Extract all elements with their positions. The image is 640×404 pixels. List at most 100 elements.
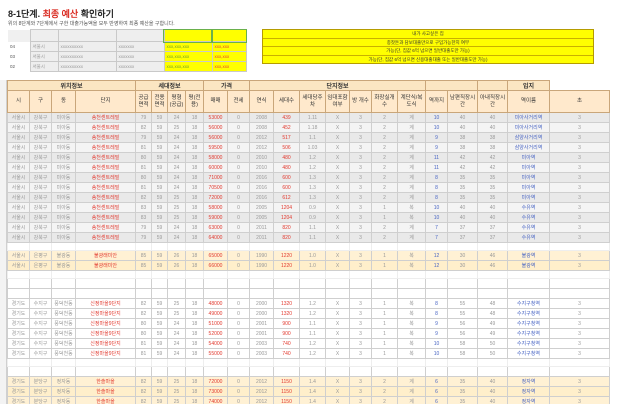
table-cell[interactable]: 40 bbox=[477, 212, 508, 223]
table-cell[interactable]: 3 bbox=[549, 222, 610, 233]
table-cell[interactable]: 한솔마을 bbox=[75, 396, 136, 404]
table-cell[interactable]: 1150 bbox=[273, 396, 300, 404]
table-cell[interactable]: 1150 bbox=[273, 376, 300, 387]
table-cell[interactable]: 59 bbox=[151, 308, 168, 319]
table-cell[interactable]: 452 bbox=[273, 122, 300, 133]
table-cell[interactable]: 미아동 bbox=[51, 132, 76, 143]
table-cell[interactable] bbox=[273, 242, 300, 251]
table-cell[interactable]: 83 bbox=[135, 202, 152, 213]
table-cell[interactable]: 3 bbox=[349, 376, 372, 387]
table-cell[interactable]: 0 bbox=[227, 348, 250, 359]
table-cell[interactable]: 계 bbox=[397, 376, 426, 387]
table-cell[interactable]: 1.1 bbox=[299, 328, 326, 339]
table-cell[interactable]: X bbox=[325, 298, 350, 309]
table-cell[interactable]: 59 bbox=[151, 202, 168, 213]
table-cell[interactable] bbox=[203, 270, 228, 279]
table-cell[interactable]: 2008 bbox=[249, 112, 274, 123]
table-cell[interactable]: 미아동 bbox=[51, 202, 76, 213]
table-cell[interactable]: 59 bbox=[151, 396, 168, 404]
table-cell[interactable]: 18 bbox=[185, 348, 204, 359]
table-cell[interactable]: 42 bbox=[477, 152, 508, 163]
table-cell[interactable] bbox=[51, 288, 76, 299]
table-cell[interactable] bbox=[203, 358, 228, 367]
table-cell[interactable]: 8 bbox=[425, 192, 448, 203]
table-cell[interactable]: 경기도 bbox=[7, 298, 30, 309]
table-cell[interactable] bbox=[151, 270, 168, 279]
table-cell[interactable]: 2 bbox=[371, 222, 398, 233]
table-cell[interactable]: 서울시 bbox=[7, 222, 30, 233]
table-cell[interactable]: 820 bbox=[273, 222, 300, 233]
table-cell[interactable] bbox=[29, 278, 52, 289]
table-cell[interactable]: X bbox=[325, 328, 350, 339]
table-cell[interactable]: 72000 bbox=[203, 192, 228, 203]
table-cell[interactable]: 0 bbox=[227, 152, 250, 163]
table-cell[interactable]: 53000 bbox=[203, 112, 228, 123]
table-cell[interactable]: 서울시 bbox=[7, 260, 30, 271]
table-cell[interactable]: 55 bbox=[447, 308, 478, 319]
table-cell[interactable]: 59 bbox=[151, 348, 168, 359]
table-cell[interactable]: 439 bbox=[273, 112, 300, 123]
table-cell[interactable]: 송천센트레빌 bbox=[75, 122, 136, 133]
table-cell[interactable]: 0 bbox=[227, 212, 250, 223]
table-cell[interactable]: 59 bbox=[151, 142, 168, 153]
table-cell[interactable]: 82 bbox=[135, 308, 152, 319]
table-cell[interactable]: 2 bbox=[371, 376, 398, 387]
summary-cell-c2[interactable]: xxxxxxxxxx bbox=[57, 41, 117, 52]
table-cell[interactable]: 10 bbox=[425, 348, 448, 359]
table-cell[interactable] bbox=[477, 288, 508, 299]
table-cell[interactable] bbox=[135, 358, 152, 367]
table-cell[interactable]: 2 bbox=[371, 386, 398, 397]
table-cell[interactable]: 3 bbox=[349, 122, 372, 133]
table-cell[interactable]: 계 bbox=[397, 396, 426, 404]
table-cell[interactable] bbox=[273, 278, 300, 289]
table-cell[interactable]: 계 bbox=[397, 142, 426, 153]
table-cell[interactable]: 37 bbox=[447, 232, 478, 243]
table-cell[interactable]: 3 bbox=[549, 318, 610, 329]
group-header[interactable]: 가격 bbox=[203, 80, 250, 91]
column-header[interactable]: 역까지 bbox=[425, 90, 448, 113]
table-cell[interactable]: 서울시 bbox=[7, 202, 30, 213]
table-cell[interactable]: 10 bbox=[425, 338, 448, 349]
table-cell[interactable]: 1 bbox=[371, 212, 398, 223]
group-header[interactable]: 입지 bbox=[507, 80, 550, 91]
table-cell[interactable]: 복 bbox=[397, 260, 426, 271]
table-cell[interactable] bbox=[227, 358, 250, 367]
table-cell[interactable]: 480 bbox=[273, 162, 300, 173]
column-header[interactable]: 구 bbox=[29, 90, 52, 113]
column-header[interactable]: 매매 bbox=[203, 90, 228, 113]
table-cell[interactable]: 강북구 bbox=[29, 232, 52, 243]
table-cell[interactable] bbox=[75, 366, 136, 377]
table-cell[interactable]: 1.4 bbox=[299, 396, 326, 404]
table-cell[interactable]: 7 bbox=[425, 222, 448, 233]
table-cell[interactable] bbox=[397, 288, 426, 299]
table-cell[interactable]: 10 bbox=[425, 112, 448, 123]
table-cell[interactable]: X bbox=[325, 386, 350, 397]
table-cell[interactable]: 1.1 bbox=[299, 318, 326, 329]
table-cell[interactable]: 65000 bbox=[203, 250, 228, 261]
table-cell[interactable] bbox=[549, 278, 610, 289]
table-cell[interactable]: 56000 bbox=[203, 122, 228, 133]
table-cell[interactable]: X bbox=[325, 348, 350, 359]
table-cell[interactable]: 59000 bbox=[203, 212, 228, 223]
summary-cell-y[interactable]: xxx,xxx,xxx bbox=[163, 51, 213, 62]
table-cell[interactable]: 미아동 bbox=[51, 232, 76, 243]
table-cell[interactable]: 미아역 bbox=[507, 172, 550, 183]
table-cell[interactable]: 6 bbox=[425, 386, 448, 397]
table-cell[interactable]: 506 bbox=[273, 142, 300, 153]
table-cell[interactable] bbox=[249, 270, 274, 279]
table-cell[interactable]: 8 bbox=[425, 308, 448, 319]
table-cell[interactable]: 37 bbox=[477, 232, 508, 243]
table-cell[interactable]: 송천센트레빌 bbox=[75, 172, 136, 183]
table-cell[interactable]: 18 bbox=[185, 222, 204, 233]
table-cell[interactable]: 1.2 bbox=[299, 338, 326, 349]
table-cell[interactable]: 600 bbox=[273, 172, 300, 183]
table-cell[interactable]: 25 bbox=[167, 308, 186, 319]
table-cell[interactable]: 1 bbox=[371, 338, 398, 349]
table-cell[interactable]: 900 bbox=[273, 318, 300, 329]
table-cell[interactable]: 40 bbox=[447, 112, 478, 123]
table-cell[interactable]: 740 bbox=[273, 338, 300, 349]
table-cell[interactable]: 25 bbox=[167, 202, 186, 213]
table-cell[interactable]: 계 bbox=[397, 132, 426, 143]
table-cell[interactable]: X bbox=[325, 232, 350, 243]
table-cell[interactable]: 59 bbox=[151, 338, 168, 349]
